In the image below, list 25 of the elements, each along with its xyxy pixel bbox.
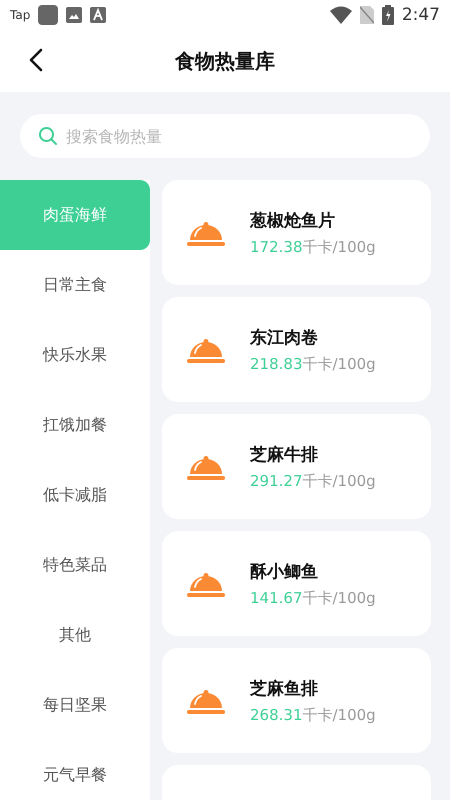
search-field[interactable]: 搜索食物热量 (20, 114, 430, 158)
clock-time: 2:47 (402, 5, 440, 25)
calorie-value: 172.38千卡/100g (250, 238, 376, 256)
page-title: 食物热量库 (175, 48, 275, 74)
food-card[interactable]: 葱椒炝鱼片 172.38千卡/100g (162, 180, 431, 285)
no-sim-icon (360, 6, 374, 24)
food-card[interactable]: 酥小鲫鱼 141.67千卡/100g (162, 531, 431, 636)
food-card[interactable]: 芝麻牛排 291.27千卡/100g (162, 414, 431, 519)
food-name: 芝麻鱼排 (250, 678, 319, 700)
food-card[interactable]: 芝麻鱼排 268.31千卡/100g (162, 648, 431, 753)
calorie-value: 218.83千卡/100g (250, 354, 376, 374)
food-name: 芝麻牛排 (250, 444, 319, 466)
wifi-icon (330, 6, 352, 24)
food-card[interactable]: 东江肉卷 218.83千卡/100g (162, 297, 431, 402)
app-label: Tap (10, 8, 30, 22)
font-icon (90, 7, 106, 23)
food-name: 葱椒炝鱼片 (250, 210, 336, 232)
calorie-value: 291.27千卡/100g (250, 472, 376, 490)
food-name: 东江肉卷 (250, 326, 319, 348)
calorie-value: 141.67千卡/100g (250, 588, 376, 608)
app-icon (38, 5, 58, 25)
battery-icon (382, 5, 394, 25)
food-name: 酥小鲫鱼 (250, 560, 319, 582)
calorie-value: 268.31千卡/100g (250, 706, 376, 724)
image-icon (66, 7, 82, 23)
